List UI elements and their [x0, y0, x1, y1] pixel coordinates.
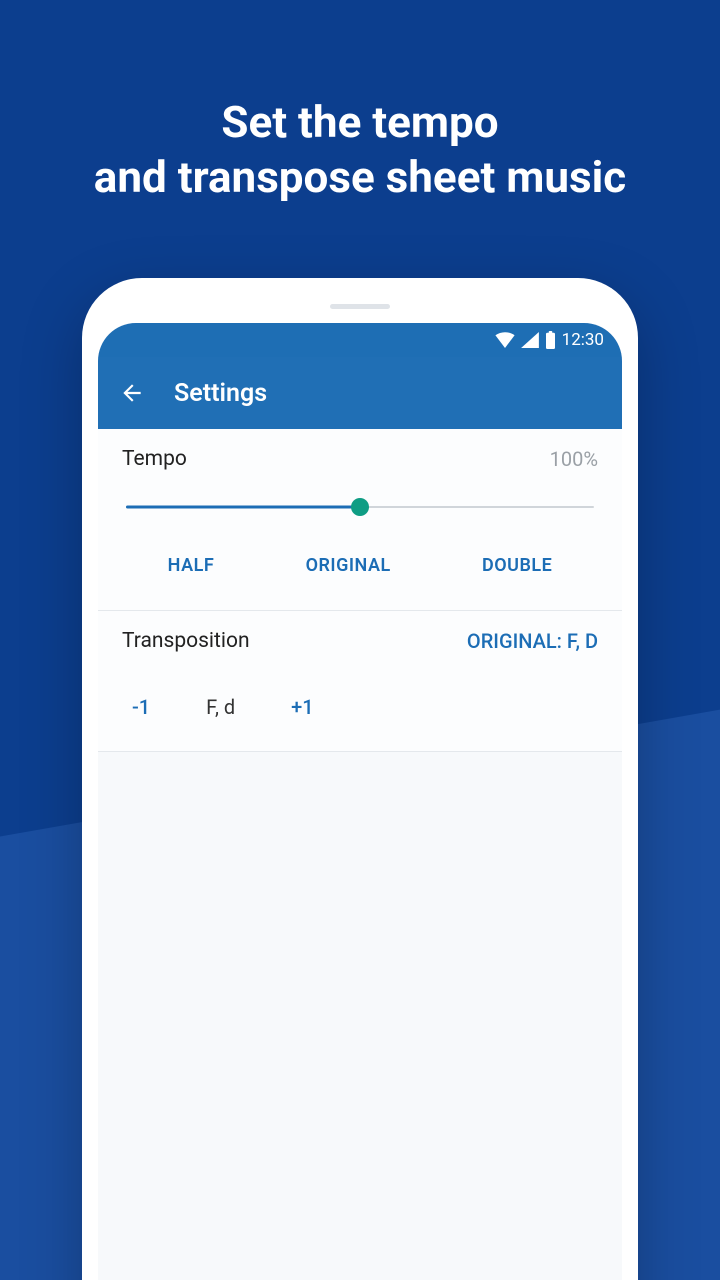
status-time: 12:30	[562, 330, 604, 350]
device-frame-container: 12:30 Settings Tempo 100%	[82, 278, 638, 1280]
battery-icon	[545, 331, 556, 349]
tempo-preset-original[interactable]: ORIGINAL	[296, 549, 401, 582]
status-bar: 12:30	[98, 323, 622, 357]
promo-headline: Set the tempo and transpose sheet music	[0, 0, 720, 205]
slider-thumb[interactable]	[351, 498, 369, 516]
device-speaker-slot	[330, 304, 390, 309]
tempo-section: Tempo 100% HALF ORIGINAL DOUBLE	[98, 429, 622, 611]
transposition-section: Transposition ORIGINAL: F, D -1 F, d +1	[98, 611, 622, 752]
page-title: Settings	[174, 379, 267, 408]
tempo-slider[interactable]	[126, 495, 594, 519]
tempo-value: 100%	[550, 447, 598, 471]
tempo-presets: HALF ORIGINAL DOUBLE	[122, 549, 598, 582]
cell-signal-icon	[521, 332, 539, 348]
transpose-down-button[interactable]: -1	[126, 691, 156, 723]
device-screen: 12:30 Settings Tempo 100%	[98, 323, 622, 1280]
device-frame: 12:30 Settings Tempo 100%	[82, 278, 638, 1280]
transpose-up-button[interactable]: +1	[285, 691, 319, 723]
promo-line-1: Set the tempo	[0, 95, 720, 150]
transposition-controls: -1 F, d +1	[122, 691, 598, 723]
arrow-left-icon	[119, 380, 145, 406]
transposition-current-key: F, d	[206, 695, 235, 719]
app-bar: Settings	[98, 357, 622, 429]
promo-line-2: and transpose sheet music	[0, 150, 720, 205]
tempo-preset-double[interactable]: DOUBLE	[472, 549, 562, 582]
slider-fill	[126, 506, 360, 509]
empty-content-area	[98, 752, 622, 1280]
wifi-icon	[495, 332, 515, 348]
transposition-label: Transposition	[122, 629, 250, 653]
back-button[interactable]	[118, 379, 146, 407]
promo-background: Set the tempo and transpose sheet music …	[0, 0, 720, 1280]
tempo-preset-half[interactable]: HALF	[158, 549, 225, 582]
tempo-label: Tempo	[122, 447, 187, 471]
transposition-original[interactable]: ORIGINAL: F, D	[467, 629, 598, 653]
